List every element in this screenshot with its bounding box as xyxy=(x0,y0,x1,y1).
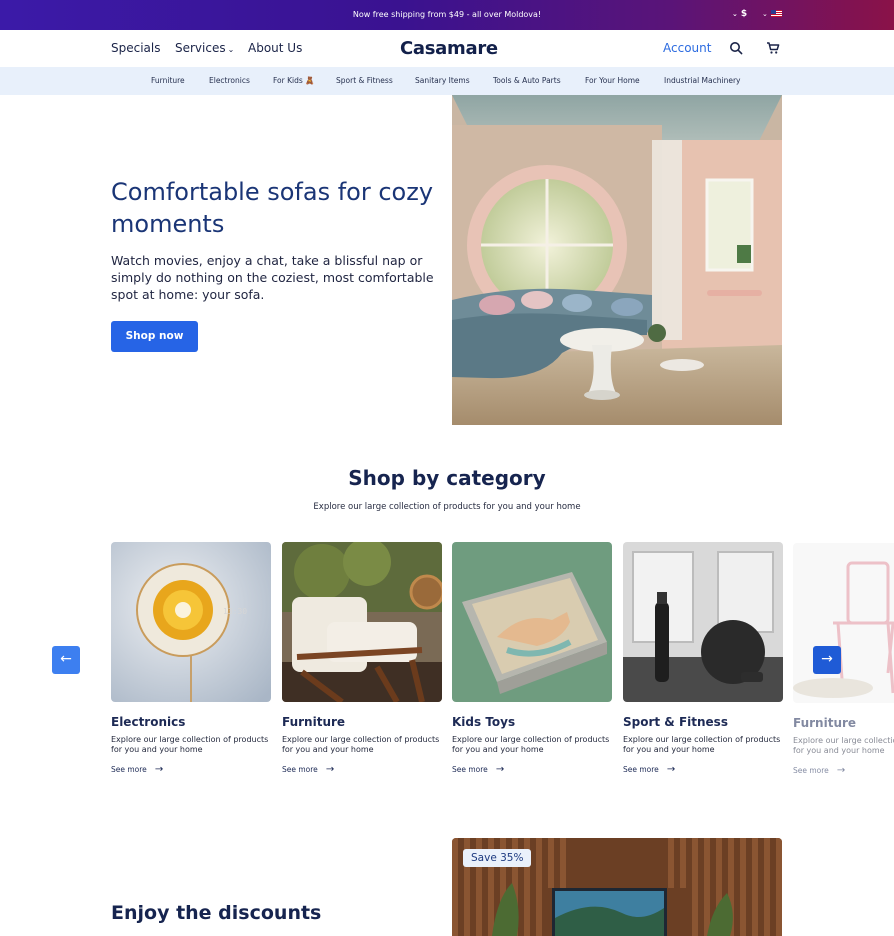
card-description: Explore our large collection of products… xyxy=(111,735,269,754)
carousel-prev-button[interactable]: ← xyxy=(52,646,80,674)
section-title: Shop by category xyxy=(348,466,546,490)
see-more-link[interactable]: See more → xyxy=(793,765,894,776)
us-flag-icon xyxy=(770,10,782,17)
card-description: Explore our large collection of products… xyxy=(793,736,894,755)
category-link[interactable]: Tools & Auto Parts xyxy=(493,76,561,85)
nav-services-label: Services xyxy=(175,41,226,55)
discounts-title: Enjoy the discounts xyxy=(111,902,322,924)
heater-display: 13:30 xyxy=(223,607,247,616)
card-title: Furniture xyxy=(793,716,857,730)
shop-now-button[interactable]: Shop now xyxy=(111,321,198,352)
chevron-down-icon: ⌄ xyxy=(732,10,738,18)
furniture-chair-image xyxy=(793,543,894,703)
category-card-furniture-peek[interactable]: Furniture Explore our large collection o… xyxy=(793,543,894,776)
promo-message: Now free shipping from $49 - all over Mo… xyxy=(352,10,542,19)
language-selector[interactable]: ⌄ xyxy=(762,9,782,19)
category-link[interactable]: Sanitary Items xyxy=(415,76,470,85)
section-subtitle: Explore our large collection of products… xyxy=(313,502,581,512)
category-card-sport-fitness[interactable]: Sport & Fitness Explore our large collec… xyxy=(623,542,783,775)
sport-fitness-image xyxy=(623,542,783,702)
category-link[interactable]: Furniture xyxy=(151,76,185,85)
chevron-down-icon: ⌄ xyxy=(762,10,768,18)
search-icon[interactable] xyxy=(729,41,743,55)
account-link[interactable]: Account xyxy=(663,41,711,55)
category-card-furniture[interactable]: Furniture Explore our large collection o… xyxy=(282,542,442,775)
discount-badge: Save 35% xyxy=(463,849,532,867)
see-more-label: See more xyxy=(282,765,318,774)
card-title: Furniture xyxy=(282,715,346,729)
category-card-kids-toys[interactable]: Kids Toys Explore our large collection o… xyxy=(452,542,612,775)
card-title: Kids Toys xyxy=(452,715,516,729)
logo[interactable]: Casamare xyxy=(400,38,498,59)
see-more-label: See more xyxy=(452,765,488,774)
promo-bar: Now free shipping from $49 - all over Mo… xyxy=(0,0,894,30)
nav-specials[interactable]: Specials xyxy=(111,41,161,55)
see-more-label: See more xyxy=(111,765,147,774)
see-more-label: See more xyxy=(793,766,829,775)
currency-selector[interactable]: ⌄ $ xyxy=(732,9,747,19)
category-link[interactable]: Electronics xyxy=(209,76,250,85)
card-description: Explore our large collection of products… xyxy=(623,735,781,754)
nav-services[interactable]: Services ⌄ xyxy=(175,41,234,55)
cart-icon[interactable] xyxy=(766,41,780,55)
kids-toys-image xyxy=(452,542,612,702)
nav-about[interactable]: About Us xyxy=(248,41,302,55)
card-title: Sport & Fitness xyxy=(623,715,728,729)
see-more-link[interactable]: See more → xyxy=(623,764,783,775)
arrow-right-icon: → xyxy=(666,764,676,775)
currency-label: $ xyxy=(740,9,748,19)
arrow-right-icon: → xyxy=(325,764,335,775)
category-link[interactable]: Sport & Fitness xyxy=(336,76,393,85)
card-description: Explore our large collection of products… xyxy=(282,735,440,754)
furniture-image xyxy=(282,542,442,702)
arrow-right-icon: → xyxy=(154,764,164,775)
category-strip: Furniture Electronics For Kids 🧸 Sport &… xyxy=(0,67,894,95)
electronics-image: 13:30 xyxy=(111,542,271,702)
hero-text: Watch movies, enjoy a chat, take a bliss… xyxy=(111,253,434,302)
category-link[interactable]: Industrial Machinery xyxy=(664,76,740,85)
arrow-right-icon: → xyxy=(836,765,846,776)
arrow-left-icon: ← xyxy=(60,651,72,667)
card-description: Explore our large collection of products… xyxy=(452,735,610,754)
hero-title: Comfortable sofas for cozy moments xyxy=(111,178,434,238)
category-link[interactable]: For Your Home xyxy=(585,76,640,85)
arrow-right-icon: → xyxy=(821,651,833,667)
category-card-electronics[interactable]: 13:30 Electronics Explore our large coll… xyxy=(111,542,271,775)
card-title: Electronics xyxy=(111,715,186,729)
main-nav: Specials Services ⌄ About Us Casamare Acc… xyxy=(0,30,894,68)
see-more-link[interactable]: See more → xyxy=(111,764,271,775)
category-link[interactable]: For Kids 🧸 xyxy=(273,76,315,85)
chevron-down-icon: ⌄ xyxy=(227,45,235,54)
arrow-right-icon: → xyxy=(495,764,505,775)
hero-image xyxy=(452,95,782,425)
see-more-label: See more xyxy=(623,765,659,774)
see-more-link[interactable]: See more → xyxy=(282,764,442,775)
carousel-next-button[interactable]: → xyxy=(813,646,841,674)
see-more-link[interactable]: See more → xyxy=(452,764,612,775)
